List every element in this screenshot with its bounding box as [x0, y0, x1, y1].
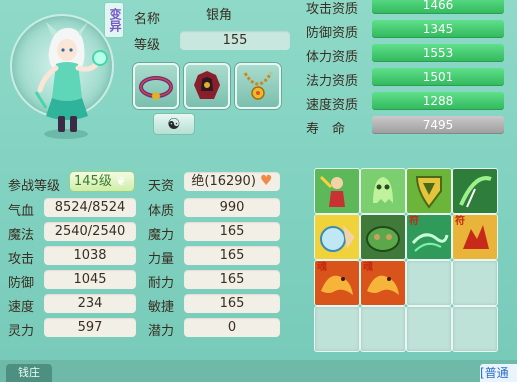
bottom-strip	[0, 360, 517, 382]
aptitude-label: 体力资质	[306, 50, 359, 65]
stat-value: 165	[184, 246, 280, 265]
skill-tag: 魂	[317, 262, 327, 273]
empty-skill-slot	[452, 260, 498, 306]
stat-label: 潜力	[148, 324, 175, 339]
aptitude-bar: 1345	[372, 20, 504, 38]
stat-value: 990	[184, 198, 280, 217]
stat-value: 234	[44, 294, 136, 313]
stat-value: 165	[184, 222, 280, 241]
empty-skill-slot	[360, 306, 406, 352]
skill-slash-icon	[453, 169, 497, 213]
aptitude-label: 防御资质	[306, 26, 359, 41]
skill-turtle-icon	[361, 215, 405, 259]
battle-level-badge: 145级 ❦	[70, 172, 134, 191]
empty-skill-slot	[406, 306, 452, 352]
aptitude-bar: 1553	[372, 44, 504, 62]
stat-label: 气血	[8, 204, 35, 219]
stat-label: 体质	[148, 204, 175, 219]
empty-skill-slot	[452, 306, 498, 352]
aptitude-label: 寿 命	[306, 122, 346, 137]
wing-icon: ❦	[115, 174, 127, 188]
empty-skill-slot	[406, 260, 452, 306]
aptitude-label: 速度资质	[306, 98, 359, 113]
equip-slot-1[interactable]	[133, 63, 179, 109]
skill-slot[interactable]: 符	[406, 214, 452, 260]
pet-figure-icon	[34, 22, 108, 139]
chat-channel-button[interactable]: [普通	[480, 364, 517, 382]
battle-level-value: 145级	[74, 174, 112, 189]
talent-field: 绝(16290) ♥	[184, 172, 280, 191]
pet-collar-icon	[139, 76, 173, 100]
talent-value: 绝(16290)	[191, 174, 256, 189]
level-label: 等级	[134, 38, 161, 53]
equip-slot-3[interactable]	[235, 63, 281, 109]
stat-value: 0	[184, 318, 280, 337]
stat-value: 1038	[44, 246, 136, 265]
stat-value: 2540/2540	[44, 222, 136, 241]
pet-level-field: 155	[180, 31, 290, 50]
skill-slot[interactable]	[314, 214, 360, 260]
skill-grid: 符 符魂 魂	[312, 166, 502, 354]
aptitude-bar: 7495	[372, 116, 504, 134]
variant-seal: 变异	[104, 2, 124, 38]
skill-slot[interactable]	[452, 168, 498, 214]
yinyang-button[interactable]: ☯	[153, 113, 195, 135]
skill-slot[interactable]: 符	[452, 214, 498, 260]
aptitude-bar: 1466	[372, 0, 504, 14]
aptitude-label: 法力资质	[306, 74, 359, 89]
equip-slot-2[interactable]	[184, 63, 230, 109]
heart-icon: ♥	[260, 173, 273, 189]
aptitude-bar: 1288	[372, 92, 504, 110]
stat-label: 速度	[8, 300, 35, 315]
talent-label: 天资	[148, 179, 175, 194]
stat-value: 165	[184, 270, 280, 289]
stat-label: 耐力	[148, 276, 175, 291]
skill-shield-icon	[407, 169, 451, 213]
stat-label: 力量	[148, 252, 175, 267]
skill-slot[interactable]	[360, 214, 406, 260]
pet-name-field: 银角	[206, 8, 233, 23]
pet-portrait	[6, 6, 114, 142]
skill-slot[interactable]	[360, 168, 406, 214]
skill-slot[interactable]: 魂	[360, 260, 406, 306]
pet-necklace-icon	[243, 72, 273, 100]
name-label: 名称	[134, 12, 161, 27]
aptitude-bar: 1501	[372, 68, 504, 86]
stat-label: 灵力	[8, 324, 35, 339]
skill-tag: 符	[409, 216, 419, 227]
stat-value: 165	[184, 294, 280, 313]
skill-strike-icon	[315, 169, 359, 213]
skill-tag: 魂	[363, 262, 373, 273]
skill-slot[interactable]	[406, 168, 452, 214]
pet-attribute-panel: 变异 名称 银角 等级 155 ☯ 攻击资质 1466 防御资质 1345 体力资质 15…	[0, 0, 517, 382]
skill-ghost-icon	[361, 169, 405, 213]
stat-label: 魔力	[148, 228, 175, 243]
aptitude-label: 攻击资质	[306, 2, 359, 17]
bank-tab[interactable]: 钱庄	[6, 364, 52, 382]
skill-defense-orb-icon	[315, 215, 359, 259]
stat-label: 防御	[8, 276, 35, 291]
skill-tag: 符	[455, 216, 465, 227]
stat-label: 敏捷	[148, 300, 175, 315]
empty-skill-slot	[314, 306, 360, 352]
skill-slot[interactable]	[314, 168, 360, 214]
skill-slot[interactable]: 魂	[314, 260, 360, 306]
stat-value: 1045	[44, 270, 136, 289]
stat-label: 魔法	[8, 228, 35, 243]
pet-armor-icon	[194, 71, 220, 99]
stat-value: 597	[44, 318, 136, 337]
stat-value: 8524/8524	[44, 198, 136, 217]
battle-level-label: 参战等级	[8, 179, 61, 194]
stat-label: 攻击	[8, 252, 35, 267]
